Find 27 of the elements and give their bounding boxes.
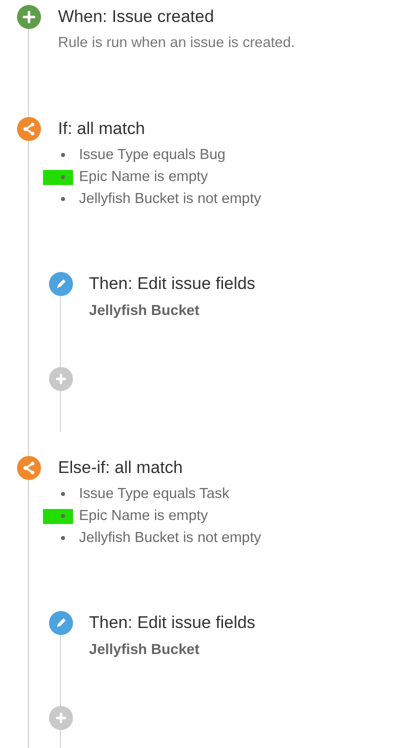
condition-text: Jellyfish Bucket is not empty (79, 530, 262, 546)
pencil-icon[interactable] (49, 272, 73, 296)
bullet-icon (61, 153, 65, 157)
branch-icon[interactable] (17, 456, 41, 480)
action-title: Then: Edit issue fields (89, 273, 256, 295)
plus-icon[interactable] (17, 5, 41, 29)
condition-text: Epic Name is empty (79, 508, 208, 524)
action-detail: Jellyfish Bucket (89, 641, 200, 659)
action-detail: Jellyfish Bucket (89, 302, 200, 320)
bullet-icon (61, 492, 65, 496)
condition-text: Issue Type equals Task (79, 486, 230, 502)
step-title: When: Issue created (58, 6, 215, 28)
step-description: Rule is run when an issue is created. (58, 34, 295, 52)
condition-text: Issue Type equals Bug (79, 147, 226, 163)
condition-text: Epic Name is empty (79, 169, 208, 185)
add-icon[interactable] (49, 367, 73, 391)
step-title: Else-if: all match (58, 457, 184, 479)
bullet-icon (61, 536, 65, 540)
branch-icon[interactable] (17, 117, 41, 141)
add-icon[interactable] (49, 706, 73, 730)
bullet-icon (61, 197, 65, 201)
bullet-icon (61, 175, 65, 179)
bullet-icon (61, 514, 65, 518)
step-title: If: all match (58, 118, 146, 140)
pencil-icon[interactable] (49, 611, 73, 635)
action-title: Then: Edit issue fields (89, 612, 256, 634)
condition-text: Jellyfish Bucket is not empty (79, 191, 262, 207)
